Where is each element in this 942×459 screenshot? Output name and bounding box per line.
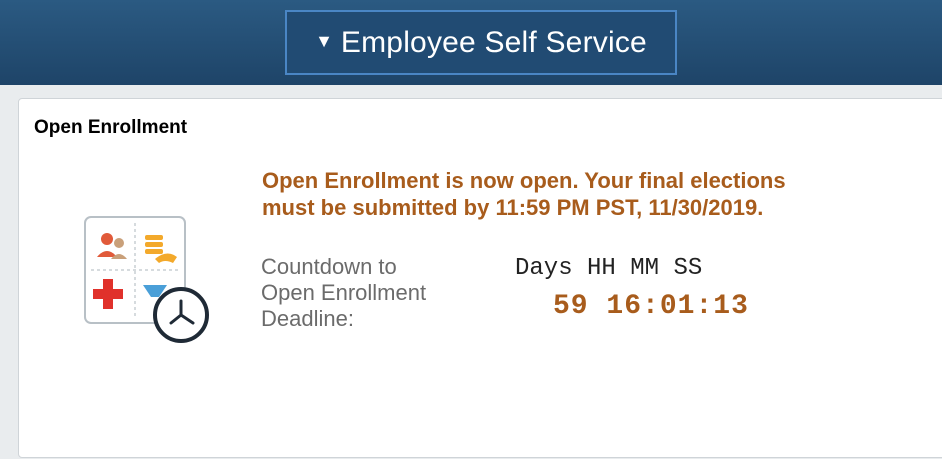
enrollment-notice: Open Enrollment is now open. Your final … [262, 167, 922, 221]
notice-line-1: Open Enrollment is now open. Your final … [262, 168, 786, 193]
countdown-label-line-3: Deadline: [261, 306, 354, 331]
tile-title: Open Enrollment [34, 117, 188, 138]
seconds-header: SS [673, 255, 703, 282]
minutes-value: 01 [659, 291, 696, 322]
homepage-title: Employee Self Service [340, 25, 647, 59]
caret-down-icon: ▼ [315, 31, 333, 51]
hours-header: HH [587, 255, 616, 282]
countdown-values: 59 16:01:13 [553, 291, 749, 322]
countdown-label-line-2: Open Enrollment [261, 280, 427, 305]
days-header: Days [515, 255, 573, 282]
countdown-label: Countdown to Open Enrollment Deadline: [261, 254, 426, 332]
benefits-clock-icon [83, 215, 213, 345]
notice-line-2: must be submitted by 11:59 PM PST, 11/30… [262, 195, 764, 220]
countdown-headers: Days HH MM SS [515, 255, 702, 282]
top-banner: ▼ Employee Self Service [0, 0, 942, 85]
homepage-selector-button[interactable]: ▼ Employee Self Service [285, 10, 677, 75]
seconds-value: 13 [713, 291, 749, 322]
hours-value: 16 [606, 291, 643, 322]
countdown-label-line-1: Countdown to [261, 254, 397, 279]
open-enrollment-tile[interactable]: Open Enrollment Open Enrollment is now o… [18, 98, 942, 458]
days-value: 59 [553, 291, 589, 322]
minutes-header: MM [630, 255, 660, 282]
